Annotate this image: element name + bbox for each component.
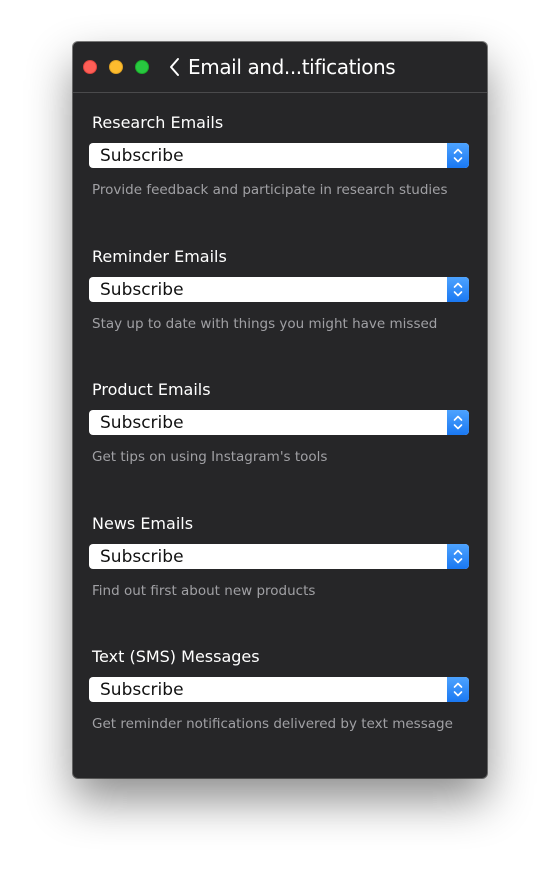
window-title: Email and...tifications (188, 55, 396, 79)
up-down-chevron-icon (453, 682, 463, 697)
up-down-chevron-icon (453, 282, 463, 296)
select-stepper[interactable] (447, 677, 469, 702)
section-title: Product Emails (92, 380, 211, 399)
up-down-chevron-icon (453, 148, 463, 163)
section-description: Find out first about new products (92, 582, 316, 599)
select-value: Subscribe (100, 680, 184, 700)
chevron-left-icon[interactable] (168, 56, 182, 78)
up-down-chevron-icon (453, 415, 463, 430)
section-title: Research Emails (92, 113, 224, 132)
close-window-button[interactable] (83, 60, 97, 74)
sms-messages-select[interactable]: Subscribe (89, 677, 469, 702)
title-bar: Email and...tifications (73, 42, 487, 93)
section-title: Text (SMS) Messages (92, 647, 260, 666)
news-emails-select[interactable]: Subscribe (89, 543, 469, 569)
up-down-chevron-icon (453, 549, 463, 563)
select-value: Subscribe (100, 279, 184, 300)
section-description: Provide feedback and participate in rese… (92, 182, 448, 198)
section-description: Get reminder notifications delivered by … (92, 716, 453, 732)
zoom-window-button[interactable] (135, 60, 149, 74)
section-title: News Emails (92, 513, 194, 533)
select-value: Subscribe (100, 146, 184, 166)
select-stepper[interactable] (447, 543, 469, 569)
select-value: Subscribe (100, 413, 184, 433)
research-emails-select[interactable]: Subscribe (89, 143, 469, 168)
product-emails-select[interactable]: Subscribe (89, 410, 469, 435)
minimize-window-button[interactable] (109, 60, 123, 74)
preferences-window: Email and...tifications Research Emails … (73, 42, 487, 778)
section-description: Stay up to date with things you might ha… (92, 315, 438, 332)
select-value: Subscribe (100, 546, 184, 567)
reminder-emails-select[interactable]: Subscribe (89, 276, 469, 302)
section-description: Get tips on using Instagram's tools (92, 449, 328, 465)
select-stepper[interactable] (447, 143, 469, 168)
select-stepper[interactable] (447, 410, 469, 435)
select-stepper[interactable] (447, 276, 469, 302)
section-title: Reminder Emails (92, 246, 227, 266)
